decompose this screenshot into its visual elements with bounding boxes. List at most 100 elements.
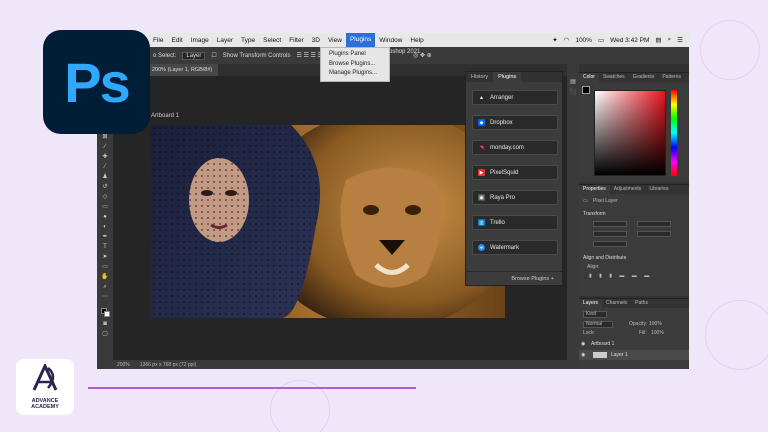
tab-history[interactable]: History: [466, 72, 493, 82]
artboard-image[interactable]: [151, 125, 505, 318]
battery-icon[interactable]: ▭: [598, 36, 604, 44]
layer-row-layer-1[interactable]: ◉ Layer 1: [579, 350, 689, 360]
browse-plugins-link[interactable]: Browse Plugins: [511, 276, 549, 282]
plugin-button-arranger[interactable]: ▲ Arranger: [472, 90, 558, 105]
show-transform-controls-label[interactable]: Show Transform Controls: [223, 53, 291, 59]
background-decoration-circle: [700, 20, 760, 80]
transform-section-label[interactable]: Transform: [583, 211, 606, 217]
plugin-button-raya-pro[interactable]: ▣ Raya Pro: [472, 190, 558, 205]
photoshop-logo: Ps: [43, 30, 150, 134]
eyedropper-tool-icon[interactable]: ⁄: [101, 144, 109, 150]
fill-value[interactable]: 100%: [651, 330, 664, 337]
tab-paths[interactable]: Paths: [631, 299, 652, 308]
hand-tool-icon[interactable]: ✋: [101, 274, 109, 280]
tab-swatches[interactable]: Swatches: [599, 73, 629, 82]
more-tools-icon[interactable]: ⋯: [101, 294, 109, 300]
layer-type-label: Pixel Layer: [593, 198, 618, 204]
frame-tool-icon[interactable]: ⊠: [101, 134, 109, 140]
blur-tool-icon[interactable]: ●: [101, 214, 109, 220]
history-panel-icon[interactable]: ▤: [567, 78, 579, 85]
zoom-tool-icon[interactable]: ⌕: [101, 284, 109, 290]
dodge-tool-icon[interactable]: ◐: [101, 224, 109, 230]
visibility-eye-icon[interactable]: ◉: [581, 350, 585, 360]
tab-gradients[interactable]: Gradients: [629, 73, 659, 82]
tab-patterns[interactable]: Patterns: [658, 73, 685, 82]
transform-angle-field[interactable]: [593, 241, 627, 247]
control-center-icon[interactable]: ☰: [677, 36, 683, 44]
menu-plugins[interactable]: Plugins: [345, 33, 376, 47]
plugin-button-pixelsquid[interactable]: ▶ PixelSquid: [472, 165, 558, 180]
ps-logo-text: Ps: [64, 50, 130, 114]
tab-plugins[interactable]: Plugins: [493, 72, 522, 82]
hue-slider[interactable]: [671, 90, 677, 176]
transform-width-field[interactable]: [593, 221, 627, 227]
plugin-button-watermark[interactable]: ● Watermark: [472, 240, 558, 255]
color-swatches[interactable]: [100, 308, 110, 317]
visibility-eye-icon[interactable]: ◉: [581, 339, 585, 349]
opacity-value[interactable]: 100%: [649, 321, 662, 328]
screen-mode-icon[interactable]: ▢: [101, 331, 109, 337]
menu-filter[interactable]: Filter: [285, 37, 307, 44]
arranger-icon: ▲: [479, 94, 484, 101]
menu-help[interactable]: Help: [406, 37, 427, 44]
plugin-button-dropbox[interactable]: ◆ Dropbox: [472, 115, 558, 130]
tab-channels[interactable]: Channels: [602, 299, 631, 308]
plus-icon[interactable]: +: [551, 276, 554, 282]
quick-mask-icon[interactable]: ◙: [101, 321, 109, 327]
menu-layer[interactable]: Layer: [213, 37, 237, 44]
tab-adjustments[interactable]: Adjustments: [610, 185, 646, 194]
panel-icon-strip: ▤ ⬛: [567, 64, 579, 369]
transform-y-field[interactable]: [637, 231, 671, 237]
battery-label: 100%: [575, 36, 592, 44]
auto-select-dropdown[interactable]: Layer: [182, 51, 206, 60]
stamp-tool-icon[interactable]: ♟: [101, 174, 109, 180]
menu-type[interactable]: Type: [237, 37, 259, 44]
tab-libraries[interactable]: Libraries: [645, 185, 672, 194]
zoom-level[interactable]: 200%: [117, 362, 130, 368]
align-section-label[interactable]: Align and Distribute: [583, 255, 626, 261]
transform-height-field[interactable]: [637, 221, 671, 227]
plugin-button-monday[interactable]: ◥ monday.com: [472, 140, 558, 155]
menu-item-plugins-panel[interactable]: Plugins Panel: [321, 50, 389, 60]
eraser-tool-icon[interactable]: ◇: [101, 194, 109, 200]
dropbox-status-icon[interactable]: ✦: [552, 36, 557, 44]
plugins-panel-icon[interactable]: ⬛: [567, 89, 579, 96]
menu-window[interactable]: Window: [375, 37, 406, 44]
menu-image[interactable]: Image: [187, 37, 213, 44]
path-select-tool-icon[interactable]: ➤: [101, 254, 109, 260]
clock-label: Wed 3:42 PM: [610, 36, 650, 44]
tab-layers[interactable]: Layers: [579, 299, 603, 308]
tab-properties[interactable]: Properties: [579, 185, 610, 194]
menu-edit[interactable]: Edit: [167, 37, 186, 44]
flag-icon[interactable]: ▤: [655, 36, 661, 44]
show-transform-checkbox-icon[interactable]: ☐: [211, 52, 216, 59]
menu-3d[interactable]: 3D: [308, 37, 324, 44]
lock-label: Lock:: [583, 330, 595, 336]
history-brush-tool-icon[interactable]: ↺: [101, 184, 109, 190]
trello-icon: ▥: [478, 219, 485, 226]
pen-tool-icon[interactable]: ✒: [101, 234, 109, 240]
tab-color[interactable]: Color: [579, 73, 599, 82]
background-color-swatch[interactable]: [103, 311, 110, 317]
shape-tool-icon[interactable]: ▭: [101, 264, 109, 270]
brush-tool-icon[interactable]: ⁄: [101, 164, 109, 170]
menu-select[interactable]: Select: [259, 37, 285, 44]
layer-row-artboard[interactable]: ◉ Artboard 1: [579, 339, 689, 349]
wifi-icon[interactable]: ◠: [564, 36, 570, 44]
transform-x-field[interactable]: [593, 231, 627, 237]
gradient-tool-icon[interactable]: ▭: [101, 204, 109, 210]
type-tool-icon[interactable]: T: [101, 244, 109, 250]
layer-name: Artboard 1: [591, 341, 615, 347]
color-picker-field[interactable]: [594, 90, 666, 176]
align-buttons[interactable]: ▮ ▮ ▮ ▬ ▬ ▬: [589, 273, 652, 279]
search-icon[interactable]: ⌕: [668, 36, 672, 44]
plugins-menu-dropdown: Plugins Panel Browse Plugins... Manage P…: [320, 47, 390, 82]
plugin-button-trello[interactable]: ▥ Trello: [472, 215, 558, 230]
menu-bar: File Edit Image Layer Type Select Filter…: [97, 33, 689, 47]
menu-item-browse-plugins[interactable]: Browse Plugins...: [321, 60, 389, 70]
menu-view[interactable]: View: [324, 37, 346, 44]
healing-tool-icon[interactable]: ✚: [101, 154, 109, 160]
menu-item-manage-plugins[interactable]: Manage Plugins...: [321, 69, 389, 79]
document-tab[interactable]: 200% (Layer 1, RGB/8#): [146, 64, 219, 76]
foreground-color-chip[interactable]: [582, 86, 590, 94]
